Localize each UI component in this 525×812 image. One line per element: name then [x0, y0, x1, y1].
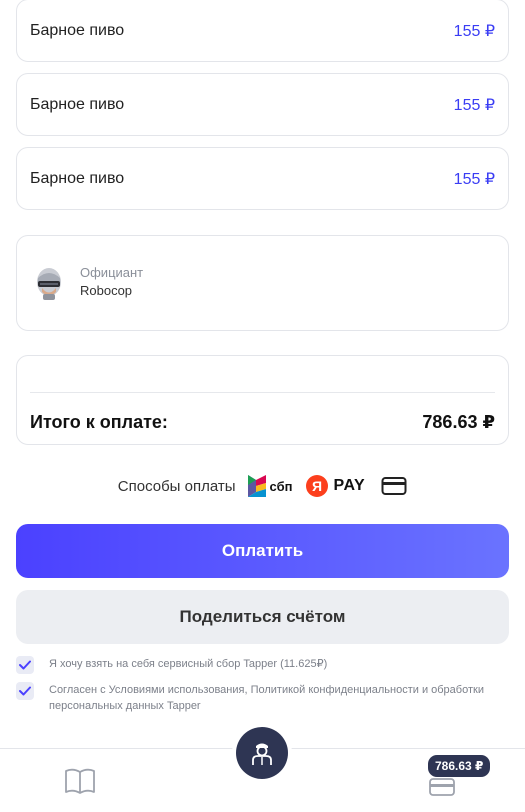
bill-page: Барное пиво 155 ₽ Барное пиво 155 ₽ Барн… [0, 0, 525, 812]
check-icon [19, 686, 31, 696]
total-label: Итого к оплате: [30, 412, 168, 432]
waiter-card: Официант Robocop [16, 235, 509, 331]
payment-methods: Способы оплаты сбп Я PAY [0, 470, 525, 502]
sbp-icon: сбп [246, 473, 293, 499]
divider [30, 392, 495, 393]
service-fee-consent: Я хочу взять на себя сервисный сбор Tapp… [16, 656, 496, 674]
menu-book-icon[interactable] [64, 767, 96, 800]
item-price: 155 ₽ [453, 170, 495, 188]
total-card: Итого к оплате: 786.63 ₽ [16, 355, 509, 445]
bank-card-icon [381, 476, 407, 496]
check-icon [19, 660, 31, 670]
waiter-icon [236, 727, 288, 779]
ypay-label: PAY [333, 477, 366, 494]
yandex-letter: Я [312, 478, 322, 494]
sbp-label: сбп [269, 478, 293, 494]
total-value: 786.63 ₽ [422, 412, 495, 432]
waiter-name: Robocop [80, 283, 133, 298]
terms-text: Согласен с Условиями использования, Поли… [49, 684, 484, 712]
service-fee-checkbox[interactable] [16, 656, 34, 674]
pay-button[interactable]: Оплатить [16, 524, 509, 578]
order-item: Барное пиво 155 ₽ [16, 73, 509, 136]
payment-methods-label: Способы оплаты [117, 477, 236, 495]
order-item: Барное пиво 155 ₽ [16, 0, 509, 62]
item-name: Барное пиво [30, 95, 125, 113]
waiter-role: Официант [80, 265, 144, 280]
yandex-pay-icon: Я PAY [306, 475, 365, 497]
terms-consent: Согласен с Условиями использования, Поли… [16, 682, 496, 714]
item-name: Барное пиво [30, 21, 125, 39]
item-price: 155 ₽ [453, 96, 495, 114]
service-fee-text: Я хочу взять на себя сервисный сбор Tapp… [49, 658, 328, 670]
item-price: 155 ₽ [453, 22, 495, 40]
order-item: Барное пиво 155 ₽ [16, 147, 509, 210]
item-name: Барное пиво [30, 169, 125, 187]
waiter-call-button[interactable] [232, 723, 292, 783]
bottom-nav: 786.63 ₽ [0, 723, 525, 812]
terms-checkbox[interactable] [16, 682, 34, 700]
share-bill-button[interactable]: Поделиться счётом [16, 590, 509, 644]
total-badge[interactable]: 786.63 ₽ [428, 755, 491, 777]
robocop-avatar-icon [33, 266, 65, 302]
wallet-icon[interactable] [428, 773, 458, 802]
